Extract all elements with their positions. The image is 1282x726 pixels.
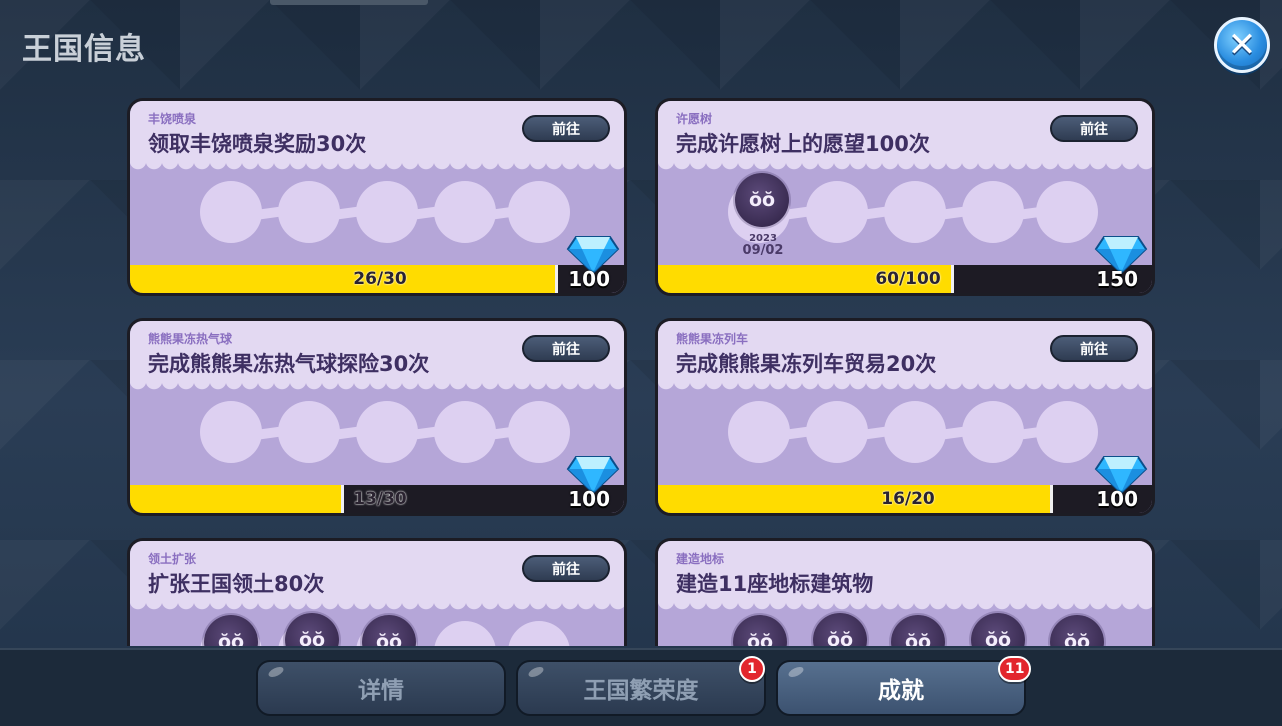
progress-bar: 60/100 [658,265,1152,293]
milestone-node [434,621,496,646]
milestone-chain [200,399,570,465]
milestone-node [962,181,1024,243]
completed-stamp-icon: ŏŏ [735,173,789,227]
achievement-category: 许愿树 [676,112,713,126]
achievement-task: 扩张王国领土80次 [148,572,325,596]
milestone-node [200,401,262,463]
tab-achievements[interactable]: 成就 [776,660,1026,716]
milestone-node [278,401,340,463]
tab-kingdom-prosperity[interactable]: 王国繁荣度 [516,660,766,716]
completed-stamp-icon: ŏŏ [971,613,1025,646]
milestone-node [728,401,790,463]
achievement-card: 建造地标 建造11座地标建筑物 ŏŏ ŏŏ ŏŏ ŏŏ ŏŏ [655,538,1155,646]
achievement-category: 熊熊果冻热气球 [148,332,233,346]
progress-text: 13/30 [353,489,407,509]
go-button[interactable]: 前往 [522,555,610,582]
progress-text: 60/100 [875,269,941,289]
notification-badge: 1 [739,656,765,682]
achievement-category: 丰饶喷泉 [148,112,197,126]
milestone-node [508,181,570,243]
progress-text: 16/20 [881,489,935,509]
go-button[interactable]: 前往 [1050,335,1138,362]
notification-badge: 11 [998,656,1032,682]
milestone-node [806,401,868,463]
milestone-node [278,181,340,243]
reward-amount: 100 [568,267,610,291]
achievement-card: 领土扩张 扩张王国领土80次 前往 ŏŏ ŏŏ ŏŏ [127,538,627,646]
achievement-task: 领取丰饶喷泉奖励30次 [148,132,367,156]
achievement-card: 许愿树 完成许愿树上的愿望100次 前往 ŏŏ 2023 09/02 60/10… [655,98,1155,296]
progress-bar: 13/30 [130,485,624,513]
reward-amount: 150 [1096,267,1138,291]
achievement-task: 完成熊熊果冻热气球探险30次 [148,352,430,376]
go-button[interactable]: 前往 [522,335,610,362]
milestone-node [1036,181,1098,243]
milestone-node [962,401,1024,463]
achievement-card: 熊熊果冻热气球 完成熊熊果冻热气球探险30次 前往 13/30 100 [127,318,627,516]
reward-amount: 100 [1096,487,1138,511]
tab-details[interactable]: 详情 [256,660,506,716]
achievement-category: 领土扩张 [148,552,197,566]
progress-bar: 26/30 [130,265,624,293]
milestone-node [884,181,946,243]
completed-stamp-icon: ŏŏ [285,613,339,646]
milestone-node [200,181,262,243]
milestone-node [806,181,868,243]
milestone-chain [728,399,1098,465]
achievement-category: 建造地标 [676,552,725,566]
achievement-card: 丰饶喷泉 领取丰饶喷泉奖励30次 前往 26/30 100 [127,98,627,296]
go-button[interactable]: 前往 [1050,115,1138,142]
achievement-list[interactable]: 丰饶喷泉 领取丰饶喷泉奖励30次 前往 26/30 100 许愿树 完成许愿树上… [0,0,1282,646]
milestone-node [508,401,570,463]
achievement-task: 完成熊熊果冻列车贸易20次 [676,352,937,376]
achievement-task: 完成许愿树上的愿望100次 [676,132,930,156]
milestone-node [508,621,570,646]
milestone-chain [200,179,570,245]
go-button[interactable]: 前往 [522,115,610,142]
milestone-node [356,181,418,243]
achievement-category: 熊熊果冻列车 [676,332,749,346]
progress-bar: 16/20 [658,485,1152,513]
completed-stamp-icon: ŏŏ [813,613,867,646]
milestone-node [1036,401,1098,463]
stamp-date: 2023 09/02 [742,233,784,258]
milestone-node [434,401,496,463]
achievement-task: 建造11座地标建筑物 [676,572,874,596]
milestone-node [434,181,496,243]
milestone-node [356,401,418,463]
progress-text: 26/30 [353,269,407,289]
achievement-card: 熊熊果冻列车 完成熊熊果冻列车贸易20次 前往 16/20 100 [655,318,1155,516]
milestone-node [884,401,946,463]
reward-amount: 100 [568,487,610,511]
